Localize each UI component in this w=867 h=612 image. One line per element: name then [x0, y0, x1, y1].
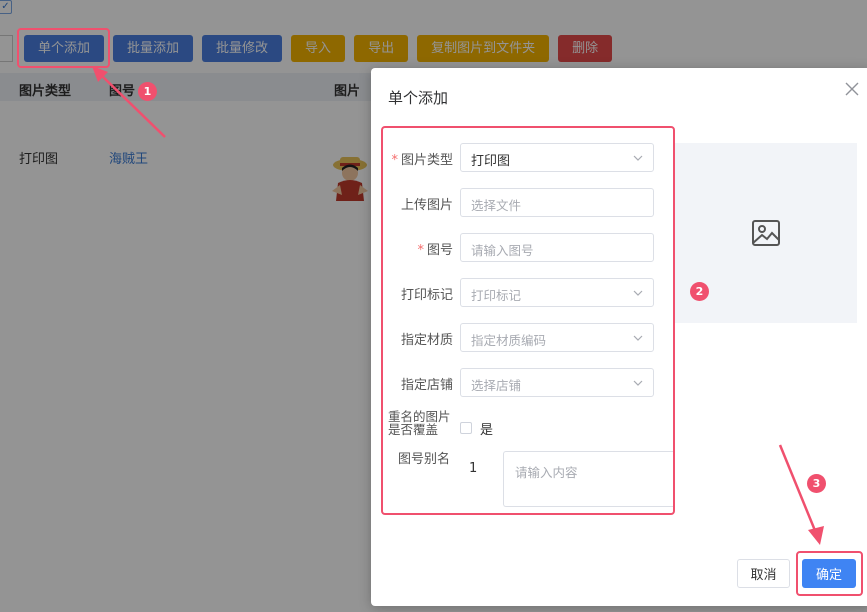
annotation-badge-1: 1	[138, 82, 157, 101]
annotation-arrows	[92, 66, 824, 545]
annotation-badge-2: 2	[690, 282, 709, 301]
annotation-badge-3: 3	[807, 474, 826, 493]
